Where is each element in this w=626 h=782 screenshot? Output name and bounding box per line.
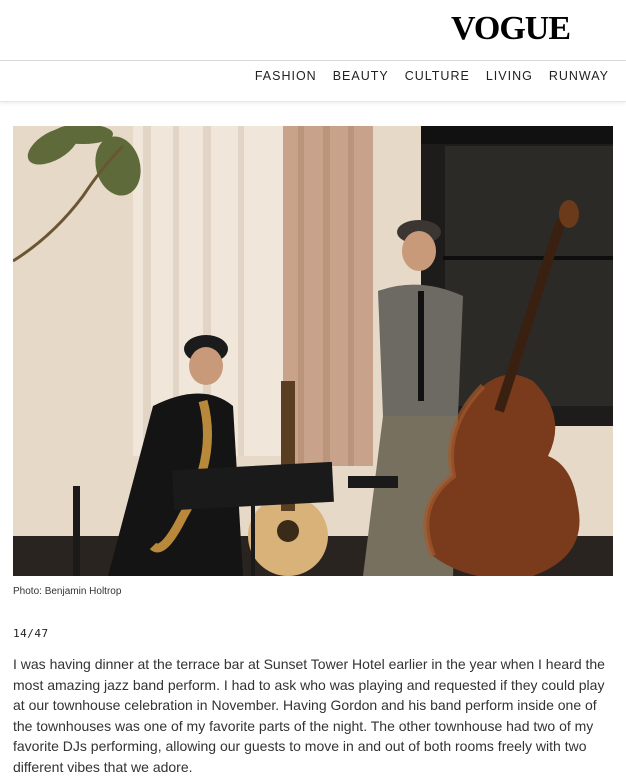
band-photo-illustration: [13, 126, 613, 576]
nav-item-fashion[interactable]: FASHION: [255, 69, 317, 83]
nav-items: FASHION BEAUTY CULTURE LIVING RUNWAY: [255, 69, 609, 83]
gallery-counter: 14/47: [13, 627, 49, 640]
nav-item-culture[interactable]: CULTURE: [405, 69, 470, 83]
photo-credit: Photo: Benjamin Holtrop: [13, 586, 122, 597]
main-nav: FASHION BEAUTY CULTURE LIVING RUNWAY: [0, 61, 626, 102]
article-photo[interactable]: [13, 126, 613, 576]
nav-item-beauty[interactable]: BEAUTY: [333, 69, 389, 83]
site-header: VOGUE: [0, 0, 626, 61]
nav-item-living[interactable]: LIVING: [486, 69, 533, 83]
nav-item-runway[interactable]: RUNWAY: [549, 69, 609, 83]
article-body: I was having dinner at the terrace bar a…: [13, 656, 605, 775]
vogue-logo[interactable]: VOGUE: [451, 10, 571, 48]
